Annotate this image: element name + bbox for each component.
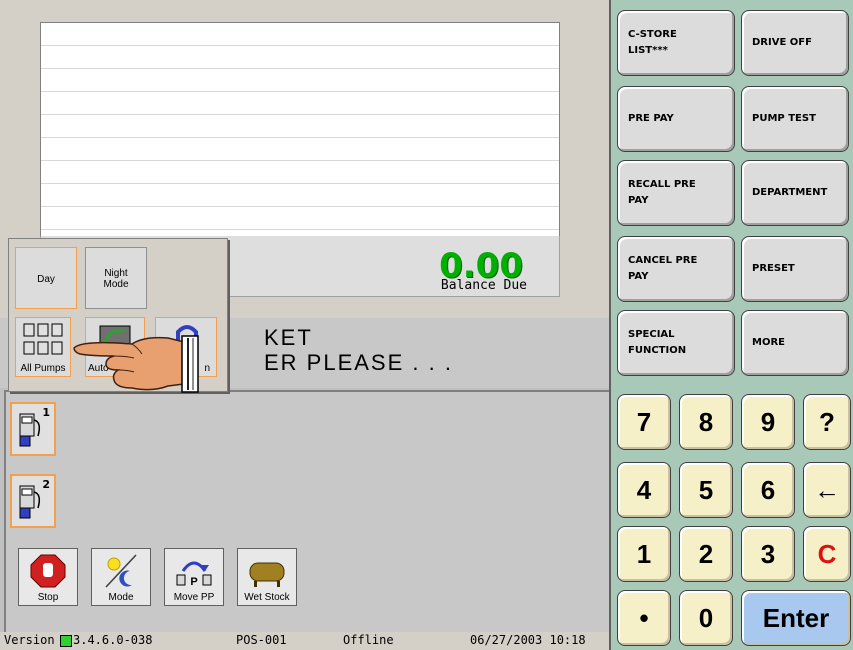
version-number: 3.4.6.0-038 <box>73 633 153 647</box>
pre-pay-button[interactable]: PRE PAY <box>617 86 735 152</box>
receipt-list[interactable] <box>40 22 560 238</box>
all-pumps-button[interactable]: All Pumps <box>15 317 71 377</box>
key-7[interactable]: 7 <box>617 394 671 450</box>
key-9[interactable]: 9 <box>741 394 795 450</box>
key-1[interactable]: 1 <box>617 526 671 582</box>
day-night-icon <box>105 554 137 588</box>
preset-button[interactable]: PRESET <box>741 236 849 302</box>
pump-number: 2 <box>42 478 50 491</box>
key-2[interactable]: 2 <box>679 526 733 582</box>
key-6[interactable]: 6 <box>741 462 795 518</box>
day-button[interactable]: Day <box>15 247 77 309</box>
message-line-2: ER PLEASE . . . <box>264 350 453 375</box>
night-mode-button[interactable]: Night Mode <box>85 247 147 309</box>
pump-test-button[interactable]: PUMP TEST <box>741 86 849 152</box>
stop-hand-icon <box>30 554 66 588</box>
all-pumps-icon <box>23 323 63 355</box>
help-key[interactable]: ? <box>803 394 851 450</box>
total-label: Balance Due <box>440 278 527 293</box>
clear-key[interactable]: C <box>803 526 851 582</box>
pump-button-2[interactable]: 2 <box>10 474 56 528</box>
tank-icon <box>249 562 285 587</box>
pointing-hand-cursor-icon <box>73 335 199 393</box>
status-bar: Version 3.4.6.0-038 POS-001 Offline 06/2… <box>0 632 609 650</box>
connection-status: Offline <box>343 633 394 647</box>
move-prepay-icon: P <box>176 561 212 588</box>
pump-button-1[interactable]: 1 <box>10 402 56 456</box>
key-3[interactable]: 3 <box>741 526 795 582</box>
datetime: 06/27/2003 10:18 <box>470 633 586 647</box>
key-0[interactable]: 0 <box>679 590 733 646</box>
key-8[interactable]: 8 <box>679 394 733 450</box>
cstore-list-button[interactable]: C-STORE LIST*** <box>617 10 735 76</box>
decimal-key[interactable]: • <box>617 590 671 646</box>
recall-pre-pay-button[interactable]: RECALL PRE PAY <box>617 160 735 226</box>
special-function-button[interactable]: SPECIAL FUNCTION <box>617 310 735 376</box>
wet-stock-button[interactable]: Wet Stock <box>237 548 297 606</box>
department-button[interactable]: DEPARTMENT <box>741 160 849 226</box>
pump-number: 1 <box>42 406 50 419</box>
online-indicator <box>60 635 72 647</box>
version-label: Version <box>4 633 55 647</box>
stop-button[interactable]: Stop <box>18 548 78 606</box>
mode-button[interactable]: Mode <box>91 548 151 606</box>
register-id: POS-001 <box>236 633 287 647</box>
backspace-key[interactable]: ← <box>803 462 851 518</box>
enter-key[interactable]: Enter <box>741 590 851 646</box>
drive-off-button[interactable]: DRIVE OFF <box>741 10 849 76</box>
more-button[interactable]: MORE <box>741 310 849 376</box>
move-pp-button[interactable]: P Move PP <box>164 548 224 606</box>
message-line-1: KET <box>264 325 313 350</box>
cancel-pre-pay-button[interactable]: CANCEL PRE PAY <box>617 236 735 302</box>
svg-text:P: P <box>190 576 197 588</box>
key-4[interactable]: 4 <box>617 462 671 518</box>
key-5[interactable]: 5 <box>679 462 733 518</box>
